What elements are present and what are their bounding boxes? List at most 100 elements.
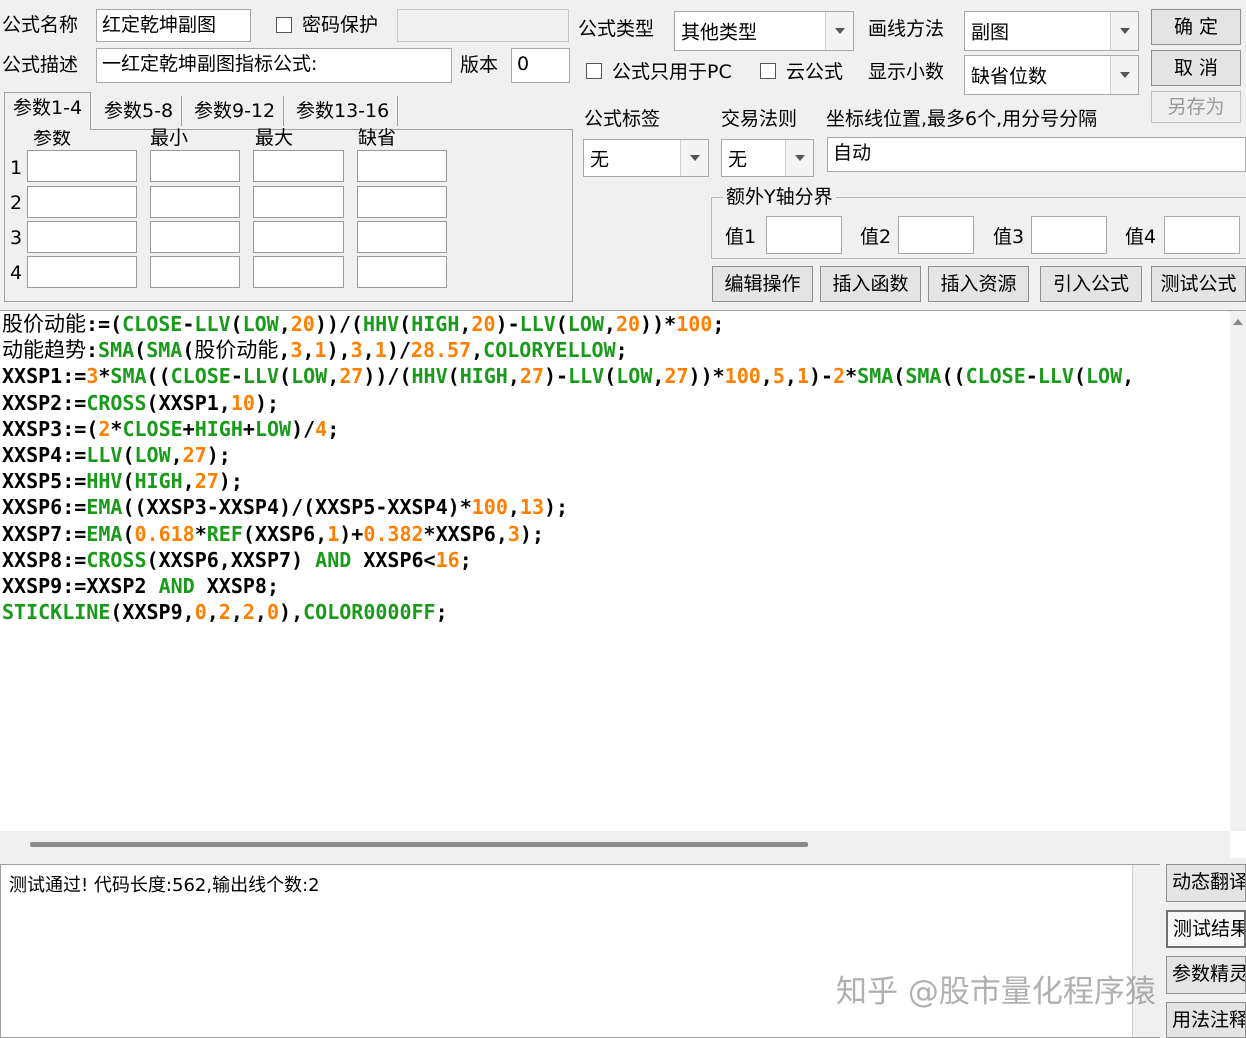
- axis-position-input[interactable]: 自动: [827, 137, 1246, 172]
- cancel-button[interactable]: 取 消: [1151, 50, 1241, 86]
- value3-input[interactable]: [1031, 216, 1107, 254]
- param-header-default: 缺省: [358, 127, 397, 149]
- param-wizard-button[interactable]: 参数精灵: [1166, 956, 1246, 994]
- code-line: XXSP2:=CROSS(XXSP1,10);: [2, 390, 280, 415]
- code-line: XXSP1:=3*SMA((CLOSE-LLV(LOW,27))/(HHV(HI…: [2, 364, 1135, 389]
- cloud-checkbox[interactable]: [760, 63, 776, 79]
- param-row-number: 2: [10, 192, 23, 214]
- code-editor[interactable]: 股价动能:=(CLOSE-LLV(LOW,20))/(HHV(HIGH,20)-…: [0, 310, 1246, 858]
- param-4-default[interactable]: [357, 256, 447, 288]
- cloud-label: 云公式: [786, 61, 844, 83]
- param-1-min[interactable]: [150, 150, 240, 182]
- insert-function-button[interactable]: 插入函数: [820, 266, 921, 302]
- test-output-text: 测试通过! 代码长度:562,输出线个数:2: [9, 875, 320, 896]
- param-3-max[interactable]: [253, 221, 344, 253]
- extra-y-axis-label: 额外Y轴分界: [723, 185, 836, 209]
- usage-notes-button[interactable]: 用法注释: [1166, 1002, 1246, 1038]
- param-2-name[interactable]: [27, 186, 137, 218]
- horizontal-scroll-thumb[interactable]: [30, 842, 808, 847]
- test-output-panel: 测试通过! 代码长度:562,输出线个数:2: [0, 864, 1160, 1038]
- dynamic-translate-button[interactable]: 动态翻译: [1166, 864, 1246, 902]
- decimals-select[interactable]: 缺省位数: [964, 55, 1139, 95]
- value2-input[interactable]: [898, 216, 974, 254]
- code-line: XXSP5:=HHV(HIGH,27);: [2, 469, 243, 494]
- code-line: 动能趋势:SMA(SMA(股价动能,3,1),3,1)/28.57,COLORY…: [2, 338, 628, 363]
- version-label: 版本: [460, 54, 499, 76]
- param-row-number: 4: [10, 262, 23, 284]
- param-4-name[interactable]: [27, 256, 137, 288]
- horizontal-scrollbar[interactable]: [0, 831, 1230, 858]
- password-input[interactable]: [397, 9, 569, 42]
- trade-rule-select[interactable]: 无: [721, 139, 814, 177]
- tab-params-1-4[interactable]: 参数1-4: [4, 92, 92, 130]
- tab-params-9-12[interactable]: 参数9-12: [186, 96, 285, 126]
- decimals-label: 显示小数: [868, 61, 945, 83]
- pc-only-checkbox[interactable]: [586, 63, 602, 79]
- version-input[interactable]: 0: [511, 48, 570, 83]
- formula-type-value: 其他类型: [681, 21, 758, 44]
- code-line: XXSP9:=XXSP2 AND XXSP8;: [2, 574, 280, 598]
- formula-type-label: 公式类型: [578, 18, 655, 40]
- formula-type-select[interactable]: 其他类型: [674, 11, 854, 51]
- insert-resource-button[interactable]: 插入资源: [928, 266, 1029, 302]
- param-header-max: 最大: [255, 127, 294, 149]
- formula-desc-label: 公式描述: [2, 54, 79, 76]
- watermark: 知乎 @股市量化程序猿: [836, 974, 1156, 1010]
- param-4-max[interactable]: [253, 256, 344, 288]
- code-line: XXSP4:=LLV(LOW,27);: [2, 443, 231, 467]
- chevron-down-icon: [825, 12, 853, 50]
- param-4-min[interactable]: [150, 256, 240, 288]
- chevron-down-icon: [1110, 56, 1138, 94]
- param-2-min[interactable]: [150, 186, 240, 218]
- password-checkbox[interactable]: [276, 17, 292, 33]
- param-1-default[interactable]: [357, 150, 447, 182]
- formula-tag-select[interactable]: 无: [583, 139, 709, 177]
- ok-button[interactable]: 确 定: [1151, 9, 1241, 45]
- chevron-down-icon: [1110, 12, 1138, 50]
- edit-operation-button[interactable]: 编辑操作: [712, 266, 813, 302]
- code-line: XXSP3:=(2*CLOSE+HIGH+LOW)/4;: [2, 416, 340, 441]
- tab-params-13-16[interactable]: 参数13-16: [288, 96, 399, 126]
- draw-method-value: 副图: [971, 21, 1010, 44]
- output-scrollbar[interactable]: [1132, 865, 1160, 1037]
- value2-label: 值2: [860, 226, 892, 248]
- formula-tag-label: 公式标签: [584, 108, 661, 130]
- param-1-name[interactable]: [27, 150, 137, 182]
- save-as-button[interactable]: 另存为: [1151, 91, 1241, 123]
- test-result-button[interactable]: 测试结果: [1166, 910, 1246, 948]
- value1-input[interactable]: [766, 216, 842, 254]
- test-formula-button[interactable]: 测试公式: [1151, 266, 1246, 302]
- value4-label: 值4: [1125, 226, 1157, 248]
- param-row-number: 3: [10, 227, 23, 249]
- code-line: XXSP7:=EMA(0.618*REF(XXSP6,1)+0.382*XXSP…: [2, 521, 544, 546]
- code-line: XXSP6:=EMA((XXSP3-XXSP4)/(XXSP5-XXSP4)*1…: [2, 495, 569, 520]
- axis-position-label: 坐标线位置,最多6个,用分号分隔: [826, 108, 1098, 130]
- vertical-scrollbar[interactable]: [1230, 311, 1246, 831]
- code-line: XXSP8:=CROSS(XXSP6,XXSP7) AND XXSP6<16;: [2, 547, 472, 572]
- trade-rule-value: 无: [728, 148, 748, 171]
- param-1-max[interactable]: [253, 150, 344, 182]
- param-3-name[interactable]: [27, 221, 137, 253]
- formula-name-input[interactable]: 红定乾坤副图: [96, 9, 251, 42]
- chevron-down-icon: [785, 140, 813, 176]
- code-line: 股价动能:=(CLOSE-LLV(LOW,20))/(HHV(HIGH,20)-…: [2, 312, 725, 336]
- password-label: 密码保护: [302, 14, 379, 36]
- value3-label: 值3: [993, 226, 1025, 248]
- param-3-min[interactable]: [150, 221, 240, 253]
- value1-label: 值1: [725, 226, 757, 248]
- pc-only-label: 公式只用于PC: [612, 61, 732, 83]
- param-2-default[interactable]: [357, 186, 447, 218]
- tab-params-5-8[interactable]: 参数5-8: [96, 96, 183, 126]
- decimals-value: 缺省位数: [971, 65, 1048, 88]
- param-3-default[interactable]: [357, 221, 447, 253]
- param-header-min: 最小: [150, 127, 189, 149]
- code-line: STICKLINE(XXSP9,0,2,2,0),COLOR0000FF;: [2, 600, 448, 625]
- param-2-max[interactable]: [253, 186, 344, 218]
- draw-method-select[interactable]: 副图: [964, 11, 1139, 51]
- scroll-up-icon[interactable]: [1233, 319, 1243, 325]
- formula-desc-input[interactable]: 一红定乾坤副图指标公式:: [96, 48, 452, 83]
- import-formula-button[interactable]: 引入公式: [1040, 266, 1142, 302]
- formula-tag-value: 无: [590, 148, 610, 171]
- value4-input[interactable]: [1164, 216, 1240, 254]
- trade-rule-label: 交易法则: [721, 108, 798, 130]
